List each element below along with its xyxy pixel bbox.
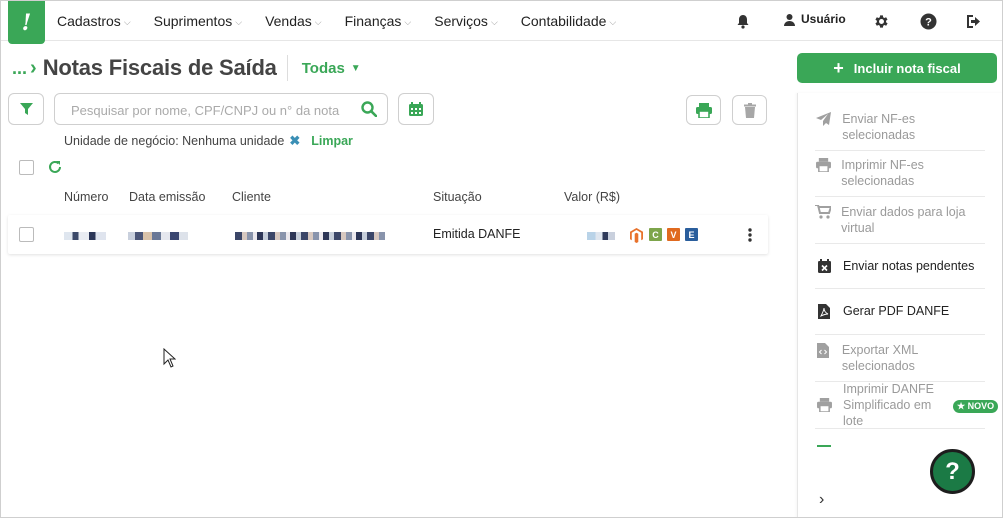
date-filter-button[interactable]: [398, 93, 434, 125]
column-situacao[interactable]: Situação: [433, 190, 482, 204]
plus-icon: +: [833, 57, 844, 78]
column-numero[interactable]: Número: [64, 190, 108, 204]
action-export-xml[interactable]: Exportar XML selecionados: [815, 342, 985, 382]
logout-icon[interactable]: [964, 11, 984, 31]
app-logo[interactable]: !: [8, 1, 45, 44]
user-menu[interactable]: Usuário: [783, 12, 846, 26]
column-valor[interactable]: Valor (R$): [564, 190, 620, 204]
main-menu: Cadastros ⌵ Suprimentos ⌵ Vendas ⌵ Finanças…: [57, 1, 639, 41]
chevron-down-icon: ⌵: [404, 16, 412, 27]
chevron-down-icon: ⌵: [123, 16, 131, 27]
column-cliente[interactable]: Cliente: [232, 190, 271, 204]
user-icon: [784, 13, 795, 26]
menu-contabilidade[interactable]: Contabilidade ⌵: [521, 13, 616, 29]
action-generate-pdf[interactable]: Gerar PDF DANFE: [815, 303, 985, 335]
action-send-store[interactable]: Enviar dados para loja virtual: [815, 204, 985, 244]
bell-icon[interactable]: [733, 11, 753, 31]
code-file-icon: [815, 343, 832, 358]
search-icon[interactable]: [361, 101, 378, 122]
redacted-date: [128, 232, 188, 240]
badge-v: V: [667, 228, 680, 241]
badge-e: E: [685, 228, 698, 241]
search-input[interactable]: [71, 100, 351, 120]
funnel-icon: [19, 102, 33, 115]
search-box: [54, 93, 388, 125]
expand-chevron-icon[interactable]: ›: [819, 491, 824, 509]
magento-icon: [630, 228, 643, 248]
status-filter-dropdown[interactable]: Todas ▼: [302, 60, 361, 77]
include-invoice-label: Incluir nota fiscal: [853, 60, 961, 76]
printer-icon: [695, 102, 712, 118]
calendar-icon: [409, 102, 423, 116]
clear-filters-link[interactable]: Limpar: [311, 134, 353, 148]
chevron-down-icon: ⌵: [490, 16, 498, 27]
top-nav: ! Cadastros ⌵ Suprimentos ⌵ Vendas ⌵ Finanç…: [1, 1, 1002, 44]
delete-button[interactable]: [732, 95, 767, 125]
menu-servicos[interactable]: Serviços ⌵: [434, 13, 498, 29]
action-send-nfes[interactable]: Enviar NF-es selecionadas: [815, 111, 985, 151]
page-header: ... › Notas Fiscais de Saída Todas ▼: [12, 55, 361, 81]
new-badge: ★ NOVO: [953, 400, 999, 413]
user-label: Usuário: [801, 12, 846, 26]
action-send-pending[interactable]: Enviar notas pendentes: [815, 258, 985, 289]
chevron-down-icon: ⌵: [314, 16, 322, 27]
printer-icon: [815, 158, 831, 172]
status-text: Emitida DANFE: [433, 227, 521, 241]
menu-suprimentos[interactable]: Suprimentos ⌵: [154, 13, 242, 29]
column-data-emissao[interactable]: Data emissão: [129, 190, 205, 204]
breadcrumb[interactable]: ... ›: [12, 57, 37, 80]
badge-c: C: [649, 228, 662, 241]
redacted-number: [64, 232, 106, 240]
action-print-nfes[interactable]: Imprimir NF-es selecionadas: [815, 157, 985, 197]
redacted-client: [235, 232, 385, 240]
printer-icon: [815, 398, 833, 412]
menu-financas[interactable]: Finanças ⌵: [345, 13, 412, 29]
help-fab-button[interactable]: ?: [930, 449, 975, 494]
kebab-menu-icon[interactable]: [748, 228, 752, 247]
caret-down-icon: ▼: [350, 62, 361, 74]
select-all-checkbox[interactable]: [19, 160, 34, 175]
chevron-down-icon: ⌵: [609, 16, 617, 27]
cart-icon: [815, 205, 832, 219]
svg-text:?: ?: [925, 16, 932, 28]
paper-plane-icon: [815, 112, 832, 126]
help-icon[interactable]: ?: [918, 11, 938, 31]
calendar-x-icon: [815, 259, 833, 273]
menu-vendas[interactable]: Vendas ⌵: [265, 13, 322, 29]
refresh-icon[interactable]: [48, 160, 62, 179]
print-button[interactable]: [686, 95, 721, 125]
redacted-value: [587, 232, 615, 240]
menu-cadastros[interactable]: Cadastros ⌵: [57, 13, 131, 29]
unit-filter-text: Unidade de negócio: Nenhuma unidade: [64, 134, 285, 148]
active-filters: Unidade de negócio: Nenhuma unidade ✖ Li…: [64, 133, 353, 149]
row-checkbox[interactable]: [19, 227, 34, 242]
header-divider: [286, 55, 288, 81]
mouse-cursor-icon: [163, 347, 177, 373]
table-row[interactable]: Emitida DANFE C V E: [8, 215, 768, 254]
trash-icon: [743, 102, 756, 118]
chevron-down-icon: ⌵: [235, 16, 243, 27]
pdf-icon: [815, 304, 833, 319]
gear-icon[interactable]: [871, 11, 891, 31]
app-window: ! Cadastros ⌵ Suprimentos ⌵ Vendas ⌵ Finanç…: [0, 0, 1003, 518]
include-invoice-button[interactable]: + Incluir nota fiscal: [797, 53, 997, 83]
panel-divider: [817, 445, 831, 447]
filter-button[interactable]: [8, 93, 44, 125]
page-title: Notas Fiscais de Saída: [42, 55, 277, 80]
remove-filter-icon[interactable]: ✖: [289, 133, 300, 149]
